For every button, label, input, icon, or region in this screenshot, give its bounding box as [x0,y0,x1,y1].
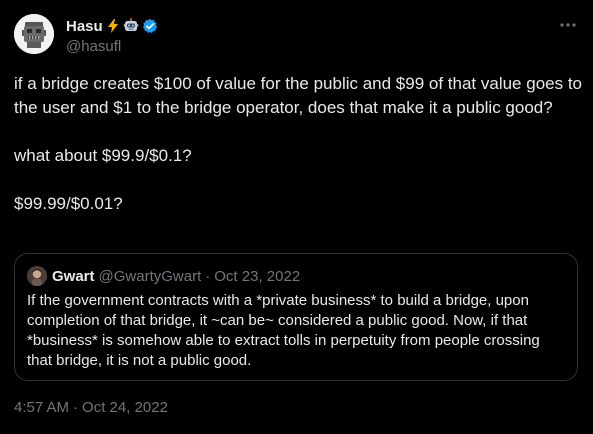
robot-emoji-icon [123,18,139,34]
author-handle[interactable]: @hasufl [66,38,158,55]
tweet-header: Hasu @hasufl [14,14,580,56]
author-name-row: Hasu [66,16,158,36]
quoted-author-handle[interactable]: @GwartyGwart [99,268,202,285]
quoted-author-name[interactable]: Gwart [52,268,95,285]
author-info: Hasu @hasufl [66,16,158,55]
author-display-name[interactable]: Hasu [66,18,103,35]
robot-avatar-icon [14,14,54,54]
more-options-button[interactable] [556,14,580,36]
quoted-author-avatar[interactable] [27,266,47,286]
timestamp-separator: · [73,399,79,416]
quoted-tweet-header: Gwart @GwartyGwart · Oct 23, 2022 [27,266,300,286]
tweet-paragraph: $99.99/$0.01? [14,194,123,213]
more-dots-icon [560,23,576,27]
tweet-paragraph: what about $99.9/$0.1? [14,146,192,165]
tweet-paragraph: if a bridge creates $100 of value for th… [14,74,582,117]
person-avatar-icon [27,266,47,286]
tweet-timestamp[interactable]: 4:57 AM · Oct 24, 2022 [14,399,168,416]
timestamp-date: Oct 24, 2022 [82,399,168,416]
quoted-date[interactable]: Oct 23, 2022 [214,268,300,285]
tweet-text: if a bridge creates $100 of value for th… [14,72,584,216]
quoted-tweet[interactable]: Gwart @GwartyGwart · Oct 23, 2022 If the… [14,253,578,381]
tweet: Hasu @hasufl if a bridge creates $100 of… [0,0,593,434]
lightning-emoji-icon [105,18,121,34]
quoted-tweet-text: If the government contracts with a *priv… [27,292,540,369]
verified-badge-icon [142,18,158,34]
author-avatar[interactable] [14,14,54,54]
timestamp-time: 4:57 AM [14,399,70,416]
quoted-separator: · [205,267,211,285]
